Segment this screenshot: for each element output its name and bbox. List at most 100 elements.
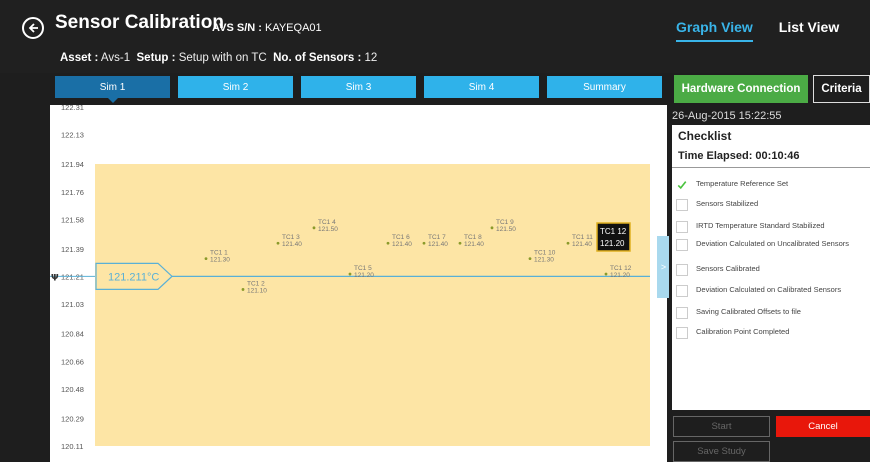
checkbox [676,199,688,211]
serial-number: AVS S/N : KAYEQA01 [212,22,322,34]
checklist-item: Deviation Calculated on Calibrated Senso… [676,284,866,297]
checklist-item: Sensors Calibrated [676,263,866,276]
point-value-label: 121.20 [610,272,630,279]
point-name-label: TC1 7 [428,234,446,241]
checklist-item: Calibration Point Completed [676,326,866,339]
point-value-label: 121.40 [428,241,448,248]
sensors-value: 12 [364,52,378,64]
page-title: Sensor Calibration [55,12,224,33]
checklist-item-label: IRTD Temperature Standard Stabilized [696,221,825,230]
save-study-button[interactable]: Save Study [673,441,770,462]
criteria-button[interactable]: Criteria [813,75,870,103]
point-name-label: TC1 8 [464,234,482,241]
tab-summary[interactable]: Summary [547,76,662,98]
point-value-label: 121.40 [572,241,592,248]
data-point [348,272,352,276]
point-value-label: 121.50 [496,226,516,233]
setup-label: Setup : [136,52,176,64]
point-name-label: TC1 5 [354,265,372,272]
checklist: Checklist Time Elapsed: 00:10:46 Tempera… [672,125,870,410]
reference-value-label: 121.211°C [108,271,159,283]
sensors-label: No. of Sensors : [273,52,362,64]
checkbox [676,264,688,276]
y-tick-label: 122.31 [61,105,84,112]
asset-label: Asset : [60,52,99,64]
calibration-chart: 122.31 122.13 121.94 121.76 121.58 121.39 121.… [50,105,667,462]
checklist-item-label: Saving Calibrated Offsets to file [696,307,801,316]
tab-list-view[interactable]: List View [779,19,839,42]
checklist-item: Temperature Reference Set [676,178,866,191]
checkbox [676,285,688,297]
highlight-value: 121.20 [600,239,625,248]
checkmark-icon [676,179,688,191]
y-tick-label: 121.58 [61,215,84,224]
arrow-left-icon [28,23,38,33]
checkbox [676,327,688,339]
data-point [386,241,390,245]
tab-sim-1[interactable]: Sim 1 [55,76,170,103]
axis-marker-icon: Ψ [51,273,59,283]
checklist-item-label: Deviation Calculated on Uncalibrated Sen… [696,239,850,248]
point-name-label: TC1 11 [572,234,593,241]
checklist-item: IRTD Temperature Standard Stabilized [676,220,866,233]
setup-value: Setup with on TC [178,52,267,64]
point-name-label: TC1 3 [282,234,300,241]
checklist-item-label: Sensors Stabilized [696,199,759,208]
point-value-label: 121.40 [392,241,412,248]
data-point [422,241,426,245]
tab-sim-2[interactable]: Sim 2 [178,76,293,98]
divider [672,167,870,168]
point-value-label: 121.10 [247,287,267,294]
highlight-name: TC1 12 [600,227,627,236]
checkbox [676,307,688,319]
point-value-label: 121.40 [282,241,302,248]
tolerance-band [95,164,650,446]
point-name-label: TC1 6 [392,234,410,241]
cancel-button[interactable]: Cancel [776,416,870,437]
chevron-right-icon: > [660,262,667,272]
point-value-label: 121.40 [464,241,484,248]
point-name-label: TC1 2 [247,280,265,287]
serial-label: AVS S/N : [212,22,262,34]
chart-canvas: 122.31 122.13 121.94 121.76 121.58 121.39 121.… [50,105,650,451]
checklist-item: Deviation Calculated on Uncalibrated Sen… [676,238,866,251]
y-tick-label: 120.29 [61,414,84,423]
app-header: Sensor Calibration AVS S/N : KAYEQA01 As… [0,0,870,73]
data-point [204,257,208,261]
y-tick-label: 122.13 [61,131,84,140]
point-value-label: 121.30 [210,257,230,264]
asset-value: Avs-1 [100,52,131,64]
datetime-stamp: 26-Aug-2015 15:22:55 [672,110,782,122]
checklist-item: Saving Calibrated Offsets to file [676,306,866,319]
point-value-label: 121.30 [534,257,554,264]
tab-sim-4[interactable]: Sim 4 [424,76,539,98]
checklist-panel: 26-Aug-2015 15:22:55 Checklist Time Elap… [669,105,870,462]
y-tick-label: 121.76 [61,188,84,197]
data-point [241,288,245,291]
checklist-item-label: Deviation Calculated on Calibrated Senso… [696,285,842,294]
point-name-label: TC1 12 [610,265,632,272]
y-tick-label: 120.48 [61,385,84,394]
point-name-label: TC1 9 [496,219,514,226]
point-name-label: TC1 1 [210,250,228,257]
y-tick-label: 120.66 [61,357,84,366]
tab-sim-3[interactable]: Sim 3 [301,76,416,98]
data-point [528,257,532,261]
study-info: Asset : Avs-1 Setup : Setup with on TC N… [60,52,377,64]
y-tick-label: 121.03 [61,300,84,309]
sim-tabs: Sim 1 Sim 2 Sim 3 Sim 4 Summary [55,76,670,103]
tab-graph-view[interactable]: Graph View [676,19,753,42]
start-button[interactable]: Start [673,416,770,437]
checklist-item-label: Sensors Calibrated [696,264,760,273]
y-tick-label: 121.94 [61,160,84,169]
point-value-label: 121.50 [318,226,338,233]
data-point [490,226,494,230]
data-point [566,241,570,245]
point-name-label: TC1 4 [318,219,336,226]
checklist-title: Checklist [678,129,732,143]
y-tick-label: 121.39 [61,245,84,254]
back-button[interactable] [22,17,44,39]
view-tabs: Graph View List View [676,19,839,42]
hardware-connection-button[interactable]: Hardware Connection [674,75,808,103]
checkbox [676,239,688,251]
